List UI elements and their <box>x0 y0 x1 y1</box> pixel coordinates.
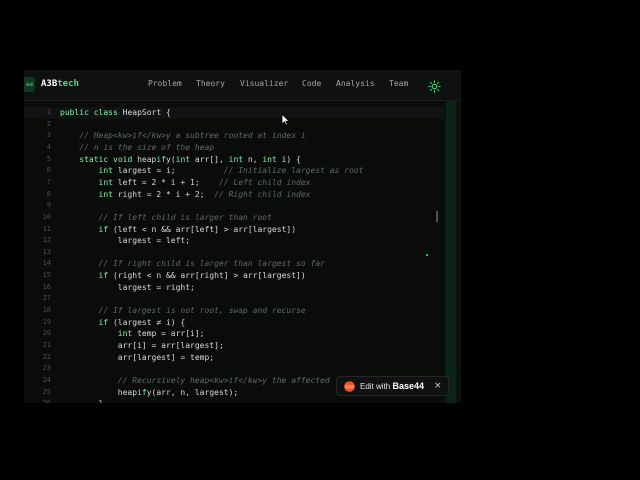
badge-brand: Base44 <box>392 381 424 391</box>
code-text: largest = right; <box>60 282 195 292</box>
line-number: 24 <box>42 375 51 384</box>
page-scrollbar-thumb[interactable] <box>436 211 438 222</box>
line-number: 7 <box>46 177 51 186</box>
code-line[interactable]: 5 static void heapify(int arr[], int n, … <box>24 154 444 166</box>
mouse-cursor-icon <box>281 113 290 126</box>
top-navbar: ≡≡ A3Btech Problem Theory Visualizer Cod… <box>24 70 461 101</box>
code-line[interactable]: 11 if (left < n && arr[left] > arr[large… <box>24 224 444 236</box>
nav-link-theory[interactable]: Theory <box>196 79 225 89</box>
code-text: if (left < n && arr[left] > arr[largest]… <box>98 224 297 234</box>
line-number: 3 <box>46 131 51 140</box>
code-line[interactable]: 16 largest = right; <box>24 282 444 294</box>
logo-icon[interactable]: ≡≡ <box>24 77 35 92</box>
nav-link-problem[interactable]: Problem <box>148 79 182 89</box>
code-line[interactable]: 13 <box>24 247 444 259</box>
line-number: 16 <box>42 282 51 291</box>
code-line[interactable]: 15 if (right < n && arr[right] > arr[lar… <box>24 270 444 282</box>
code-line[interactable]: 17 <box>24 293 444 305</box>
code-line[interactable]: 14 // If right child is larger than larg… <box>24 258 444 270</box>
code-text: // If largest is not root, swap and recu… <box>60 306 306 316</box>
code-line[interactable]: 23 <box>24 363 444 375</box>
theme-toggle-button[interactable] <box>428 78 441 93</box>
code-line[interactable]: 8 int right = 2 * i + 2; // Right child … <box>24 189 444 201</box>
nav-link-visualizer[interactable]: Visualizer <box>240 79 288 89</box>
code-text: // Heap<kw>if</kw>y a subtree rooted at … <box>60 131 306 141</box>
code-line[interactable]: 1 public class HeapSort { <box>24 107 444 119</box>
line-number: 18 <box>42 306 51 315</box>
minimap-bar <box>446 101 456 403</box>
line-number: 2 <box>46 119 51 128</box>
line-number: 14 <box>42 259 51 268</box>
code-text: int right = 2 * i + 2; // Right child in… <box>98 189 311 199</box>
line-number: 26 <box>24 398 51 403</box>
line-number: 23 <box>42 364 51 373</box>
gutter-indicator-dot <box>426 254 428 256</box>
code-line[interactable]: 6 int largest = i; // Initialize largest… <box>24 165 444 177</box>
line-number: 4 <box>46 142 51 151</box>
editor-right-gutter <box>444 101 461 403</box>
line-number: 10 <box>42 212 51 221</box>
line-number: 20 <box>42 329 51 338</box>
code-editor[interactable]: 1 public class HeapSort {2 3 // Heap<kw>if… <box>24 101 444 403</box>
code-text: int temp = arr[i]; <box>117 329 205 339</box>
base44-logo-icon <box>344 381 355 392</box>
code-line[interactable]: 7 int left = 2 * i + 1; // Left child in… <box>24 177 444 189</box>
code-text: arr[i] = arr[largest]; <box>60 341 224 350</box>
code-line[interactable]: 21 arr[i] = arr[largest]; <box>24 340 444 352</box>
code-line[interactable]: 20 int temp = arr[i]; <box>24 328 444 340</box>
nav-link-code[interactable]: Code <box>302 79 321 89</box>
sun-icon <box>428 80 441 93</box>
code-text: // Recursively heap<kw>if</kw>y the affe… <box>60 375 330 385</box>
code-text: int left = 2 * i + 1; // Left child inde… <box>98 177 311 187</box>
line-number: 15 <box>42 271 51 280</box>
code-line[interactable]: 18 // If largest is not root, swap and r… <box>24 305 444 317</box>
line-number: 11 <box>42 224 51 233</box>
line-number: 13 <box>42 247 51 256</box>
badge-prefix: Edit with <box>360 382 391 391</box>
code-text: if (largest ≠ i) { <box>98 317 186 327</box>
line-number: 5 <box>46 154 51 163</box>
code-text: // If left child is larger than root <box>60 212 272 222</box>
code-line[interactable]: 3 // Heap<kw>if</kw>y a subtree rooted a… <box>24 130 444 142</box>
code-text: // If right child is larger than largest… <box>60 259 325 269</box>
line-number: 9 <box>46 201 51 210</box>
code-text: int largest = i; // Initialize largest a… <box>98 166 364 176</box>
nav-link-analysis[interactable]: Analysis <box>336 79 375 89</box>
line-number: 19 <box>42 317 51 326</box>
code-text: // n is the size of the heap <box>60 142 215 152</box>
code-text: } <box>60 398 104 403</box>
code-text: largest = left; <box>60 236 191 246</box>
edit-with-base44-badge[interactable]: Edit with Base44 × <box>336 376 449 396</box>
code-text: arr[largest] = temp; <box>60 352 215 362</box>
line-number: 22 <box>42 352 51 361</box>
code-line[interactable]: 4 // n is the size of the heap <box>24 142 444 154</box>
line-number: 12 <box>42 236 51 245</box>
nav-link-team[interactable]: Team <box>389 79 408 89</box>
close-icon[interactable]: × <box>434 380 442 392</box>
code-line[interactable]: 2 <box>24 119 444 131</box>
line-number: 1 <box>46 108 51 116</box>
line-number: 17 <box>42 294 51 303</box>
badge-label: Edit with Base44 <box>360 381 424 392</box>
code-line[interactable]: 12 largest = left; <box>24 235 444 247</box>
code-text: heapify(arr, n, largest); <box>60 387 239 397</box>
logo-prefix: A3B <box>41 79 58 89</box>
logo-suffix: tech <box>57 79 79 89</box>
code-line[interactable]: 10 // If left child is larger than root <box>24 212 444 224</box>
heapsort-app: ≡≡ A3Btech Problem Theory Visualizer Cod… <box>24 70 461 403</box>
code-line[interactable]: 9 <box>24 200 444 212</box>
line-number: 8 <box>46 189 51 198</box>
code-line[interactable]: 22 arr[largest] = temp; <box>24 352 444 364</box>
code-text: static void heapify(int arr[], int n, in… <box>79 154 301 164</box>
code-text: public class HeapSort { <box>60 108 171 117</box>
logo-text[interactable]: A3Btech <box>41 78 79 90</box>
line-number: 6 <box>46 166 51 175</box>
code-line[interactable]: 19 if (largest ≠ i) { <box>24 317 444 329</box>
line-number: 25 <box>42 387 51 396</box>
code-text: if (right < n && arr[right] > arr[larges… <box>98 271 306 281</box>
line-number: 21 <box>42 341 51 349</box>
code-line[interactable]: 26 } <box>24 398 444 403</box>
